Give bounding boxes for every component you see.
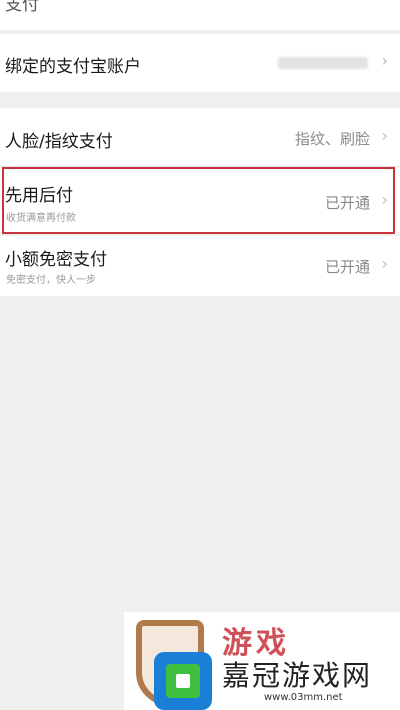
small-amount-label: 小额免密支付 <box>5 250 107 270</box>
small-amount-subtitle: 免密支付，快人一步 <box>6 275 96 286</box>
bound-account-label: 绑定的支付宝账户 <box>5 57 141 77</box>
chevron-right-icon: › <box>381 126 388 145</box>
top-partial-label: 支付 <box>5 0 39 15</box>
chevron-right-icon: › <box>381 51 388 70</box>
small-amount-status: 已开通 <box>324 258 370 276</box>
small-amount-row[interactable]: 小额免密支付 免密支付，快人一步 已开通 › <box>0 236 400 296</box>
site-logo-icon <box>154 652 212 710</box>
highlight-box <box>2 167 395 234</box>
face-fingerprint-label: 人脸/指纹支付 <box>5 132 113 152</box>
masked-account-value <box>278 57 368 69</box>
top-partial-row: 支付 <box>0 0 400 30</box>
face-fingerprint-row[interactable]: 人脸/指纹支付 指纹、刷脸 › <box>0 108 400 166</box>
chevron-right-icon: › <box>381 254 388 273</box>
watermark: 游戏 嘉冠游戏网 www.03mm.net <box>124 612 400 710</box>
watermark-url: www.03mm.net <box>264 692 343 703</box>
watermark-name: 嘉冠游戏网 <box>222 659 373 692</box>
face-fingerprint-value: 指纹、刷脸 <box>294 130 370 148</box>
bound-account-row[interactable]: 绑定的支付宝账户 › <box>0 34 400 92</box>
